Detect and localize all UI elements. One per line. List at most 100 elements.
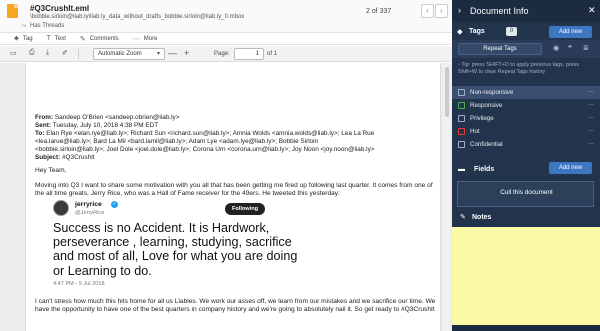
email-sent: Sent: Tuesday, July 10, 2018 4:38 PM EDT [35, 122, 435, 130]
tab-label: Text [54, 35, 66, 42]
document-info-panel: › Document Info ✕ ⬥ Tags 0 Add new Repea… [452, 0, 600, 331]
email-from: From: Sandeep O'Brien <sandeep.obrien@li… [35, 114, 435, 122]
zoom-in-button[interactable]: + [184, 48, 189, 58]
add-tag-button[interactable]: Add new [549, 26, 592, 38]
sent-label: Sent: [35, 122, 51, 129]
tag-icon: ⬥ [14, 34, 19, 42]
comments-icon: ✎ [79, 35, 86, 43]
scrollbar-thumb[interactable] [445, 67, 449, 117]
fields-icon: ▬ [458, 166, 465, 173]
print-icon[interactable]: ⎙ [29, 49, 35, 57]
tag-checkbox[interactable] [458, 102, 465, 109]
page-label: Page: [214, 51, 230, 57]
tweet-author-handle: @JerryRice [75, 210, 105, 216]
more-icon[interactable]: … [588, 101, 594, 107]
more-icon[interactable]: … [588, 127, 594, 133]
more-icon[interactable]: … [588, 140, 594, 146]
panel-title: Document Info [470, 6, 529, 16]
threads-icon: ⤷ [22, 22, 26, 29]
next-document-button[interactable]: › [435, 4, 448, 18]
more-icon[interactable]: … [588, 114, 594, 120]
sidebar-toggle-icon[interactable]: ▭ [10, 49, 17, 57]
tag-name: Responsive [470, 102, 503, 109]
to-label: To: [35, 130, 45, 137]
collapse-chevron-icon[interactable]: › [458, 5, 461, 15]
tag-checkbox[interactable] [458, 128, 465, 135]
verified-badge-icon: ✓ [111, 201, 118, 208]
zoom-select[interactable]: Automatic Zoom ▾ [93, 48, 165, 60]
has-threads-label[interactable]: Has Threads [30, 23, 64, 29]
following-button[interactable]: Following [225, 203, 265, 215]
tab-tag[interactable]: ⬥ Tag [14, 35, 33, 43]
tag-list: Non-responsive … Responsive … Privilege … [452, 86, 600, 151]
tweet-author-name: jerryrice [75, 201, 102, 208]
cull-document-button[interactable]: Cull this document [458, 189, 595, 196]
tag-item-responsive[interactable]: Responsive … [452, 99, 600, 112]
annotate-icon[interactable]: ✐ [62, 49, 68, 57]
tags-count-badge: 0 [506, 27, 517, 36]
close-icon[interactable]: ✕ [588, 5, 596, 16]
tag-name: Privilege [470, 115, 494, 122]
email-subject: Subject: #Q3CrushIt [35, 154, 435, 162]
tag-item-hot[interactable]: Hot … [452, 125, 600, 138]
file-path: \bobbie.sirloin@liab.ly\liab.ly_data_wit… [30, 14, 245, 20]
toolbar-divider [78, 49, 79, 59]
sent-value: Tuesday, July 10, 2018 4:38 PM EDT [52, 122, 159, 129]
tab-text[interactable]: T Text [47, 35, 66, 42]
tag-name: Non-responsive [470, 89, 514, 96]
chevron-left-icon: ‹ [426, 6, 429, 15]
from-value: Sandeep O'Brien <sandeep.obrien@liab.ly> [54, 114, 180, 121]
tab-label: Tag [22, 35, 33, 42]
email-paragraph-2: I can't stress how much this hits home f… [35, 298, 436, 314]
tag-item-confidential[interactable]: Confidential … [452, 138, 600, 151]
chevron-down-icon: ▾ [156, 51, 160, 57]
tab-label: More [143, 35, 158, 42]
tag-checkbox[interactable] [458, 89, 465, 96]
tag-view-icon[interactable]: ◉ [553, 44, 559, 52]
pdf-toolbar: ▭ ⎙ ⤓ ✐ Automatic Zoom ▾ — + Page: 1 of … [0, 46, 452, 62]
zoom-out-button[interactable]: — [168, 48, 177, 58]
app-window: #Q3CrushIt.eml \bobbie.sirloin@liab.ly\l… [0, 0, 600, 331]
subject-value: #Q3CrushIt [62, 154, 95, 161]
subject-label: Subject: [35, 154, 61, 161]
tag-name: Confidential [470, 141, 503, 148]
previous-document-button[interactable]: ‹ [421, 4, 434, 18]
repeat-tags-row: Repeat Tags ◉ ❝ ≣ [452, 40, 600, 58]
email-to-line2: <lea.larue@liab.ly>; Bard La Mil <bard.l… [35, 138, 319, 145]
repeat-tags-button[interactable]: Repeat Tags [458, 43, 542, 55]
more-icon[interactable]: … [588, 88, 594, 94]
pencil-icon: ✎ [460, 214, 466, 221]
notes-textarea[interactable] [452, 227, 600, 325]
view-tabs: ⬥ Tag T Text ✎ Comments ⋯ More [0, 33, 452, 45]
chevron-right-icon: › [440, 6, 443, 15]
tag-checkbox[interactable] [458, 115, 465, 122]
tab-comments[interactable]: ✎ Comments [80, 35, 119, 43]
zoom-value: Automatic Zoom [98, 51, 142, 57]
tags-label: Tags [469, 28, 485, 35]
tag-name: Hot [470, 128, 480, 135]
tweet-text: Success is no Accident. It is Hardwork, … [53, 221, 298, 278]
history-icon[interactable]: ≣ [583, 44, 589, 52]
avatar [53, 200, 69, 216]
panel-header: › Document Info ✕ [452, 0, 600, 22]
add-field-button[interactable]: Add new [549, 162, 592, 174]
to-value: Elan Rye <elan.rye@liab.ly>; Richard Sun… [46, 130, 375, 137]
notes-label: Notes [472, 214, 492, 221]
tip-text: ◦ Tip: press SHIFT+D to apply previous t… [458, 62, 598, 76]
tag-icon: ⬥ [457, 27, 463, 36]
tag-checkbox[interactable] [458, 141, 465, 148]
document-counter: 2 of 337 [366, 8, 392, 15]
tweet-timestamp: 4:47 PM - 9 Jul 2018 [53, 281, 105, 287]
email-to-line1: To: Elan Rye <elan.rye@liab.ly>; Richard… [35, 130, 435, 138]
download-icon[interactable]: ⤓ [46, 49, 49, 57]
tag-item-privilege[interactable]: Privilege … [452, 112, 600, 125]
page-number-input[interactable]: 1 [234, 48, 264, 60]
page-total: of 1 [267, 51, 278, 57]
notes-section-header: ✎ Notes [452, 211, 600, 225]
tag-item-non-responsive[interactable]: Non-responsive … [452, 86, 600, 99]
file-header: #Q3CrushIt.eml \bobbie.sirloin@liab.ly\l… [0, 0, 452, 33]
comment-icon[interactable]: ❝ [568, 44, 572, 52]
tab-more[interactable]: ⋯ More [133, 35, 158, 43]
email-greeting: Hey Team, [35, 167, 67, 174]
text-icon: T [46, 35, 51, 42]
